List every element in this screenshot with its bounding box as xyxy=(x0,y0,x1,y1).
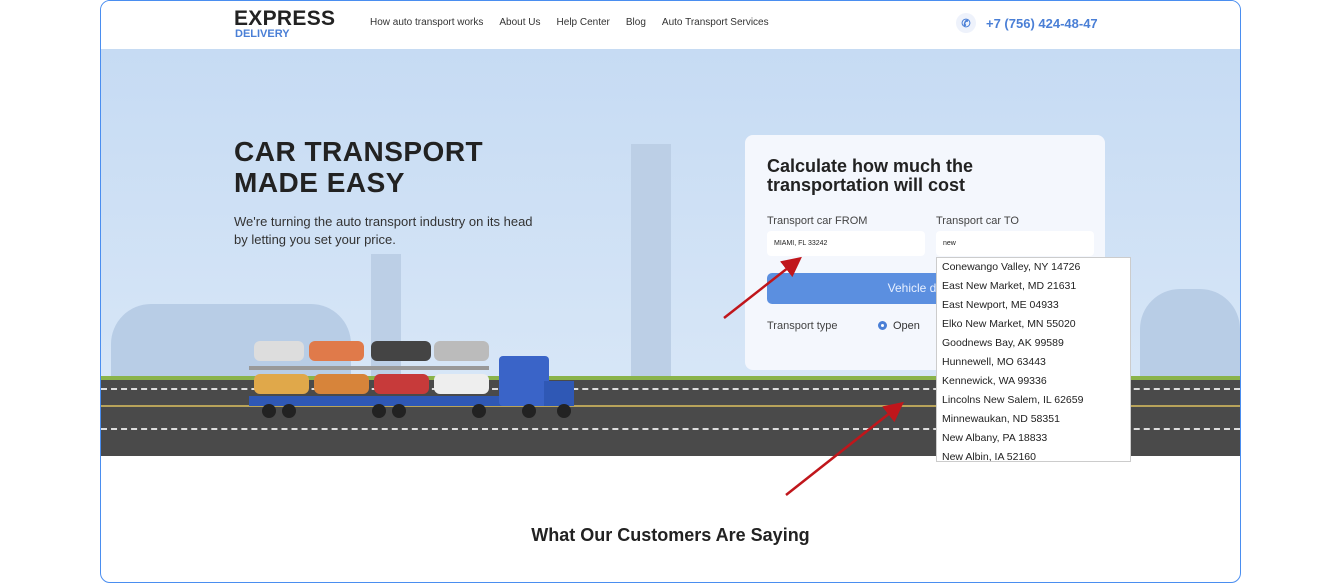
arrow-annotation xyxy=(723,256,802,319)
arrow-annotation xyxy=(785,401,904,496)
annotation-arrows xyxy=(723,256,904,496)
